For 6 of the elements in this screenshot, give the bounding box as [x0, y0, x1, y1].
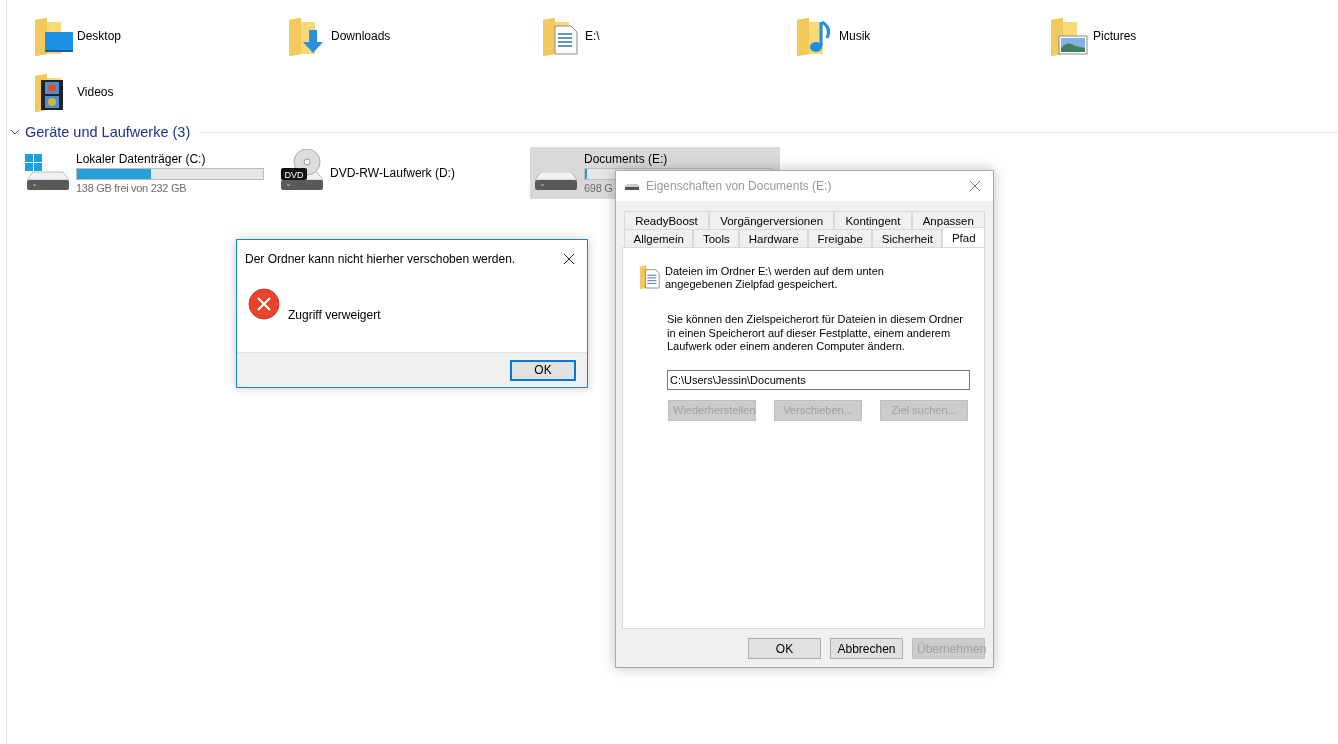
window-title: Eigenschaften von Documents (E:)	[646, 179, 832, 193]
description-text: Sie können den Zielspeicherort für Dateien in diesem Ordner in einen Speicherort auf dieser Festplatte, einem anderem Laufwerk oder einem anderen Computer ändern.	[667, 313, 964, 354]
error-message: Zugriff verweigert	[288, 308, 381, 322]
dialog-title: Der Ordner kann nicht hierher verschoben werden.	[245, 252, 516, 266]
dvd-label: DVD	[284, 169, 304, 180]
intro-text: Dateien im Ordner E:\ werden auf dem unten angegebenen Zielpfad gespeichert.	[665, 265, 885, 291]
